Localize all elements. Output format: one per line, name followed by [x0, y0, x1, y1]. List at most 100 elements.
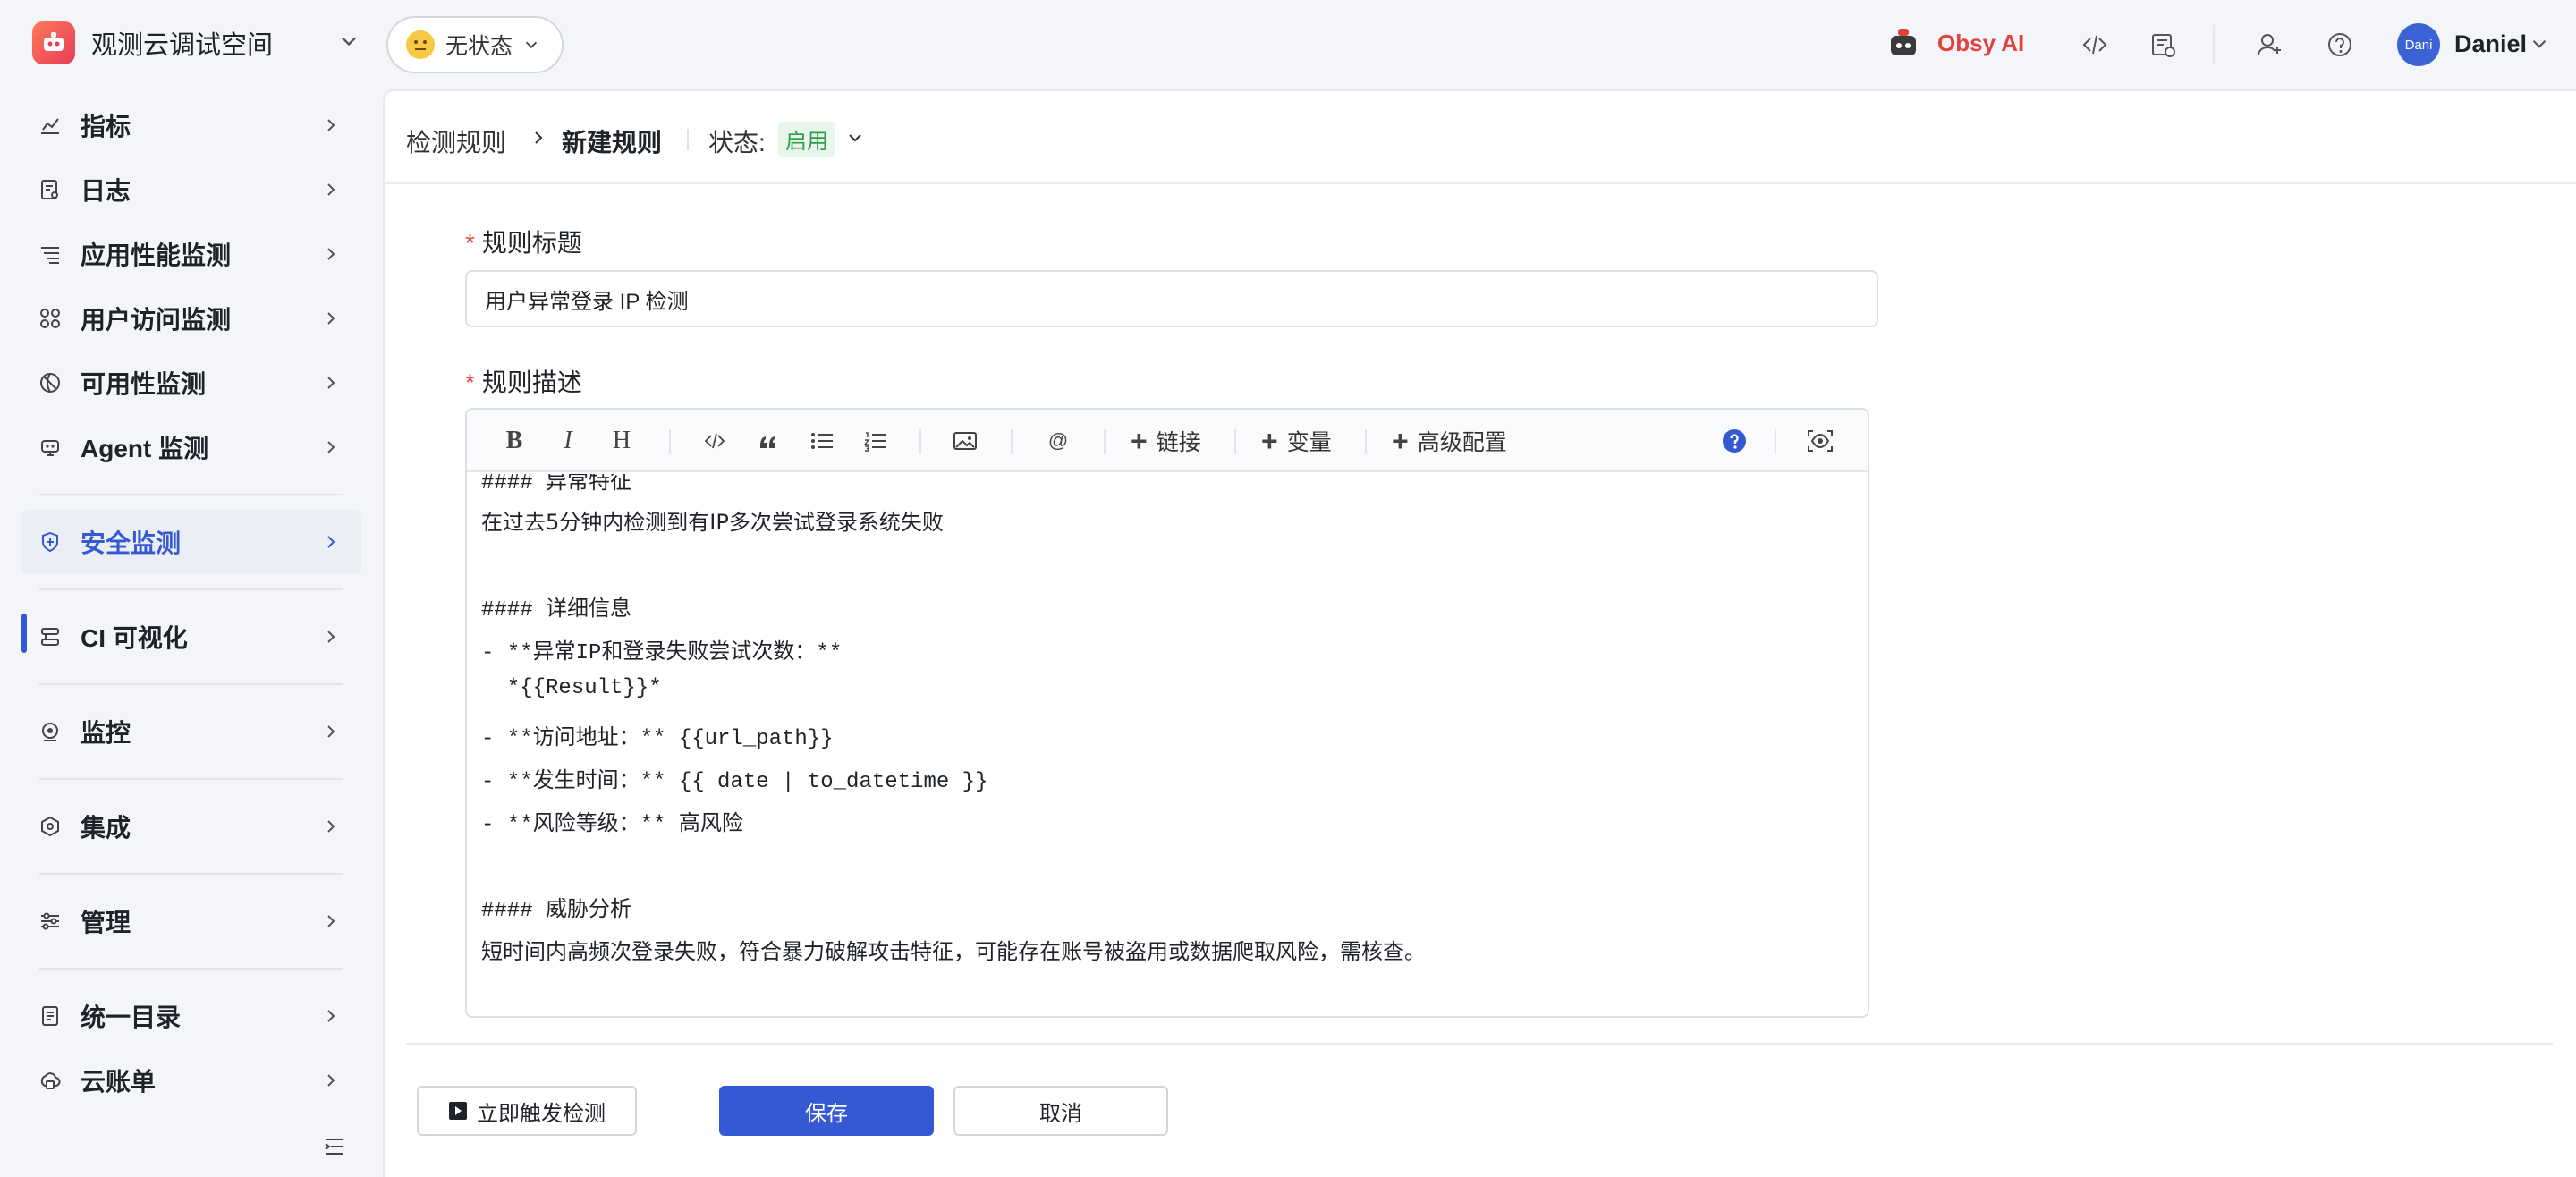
divider — [1775, 429, 1776, 454]
chevron-right-icon — [327, 1010, 335, 1022]
workspace-switcher[interactable]: 观测云调试空间 — [32, 21, 273, 64]
italic-button[interactable]: I — [553, 426, 583, 456]
sidebar: 指标 日志 应用性能监测 用户访问监测 可用性监测 Agent 监测 安全监测 … — [0, 89, 383, 1177]
sidebar-item-ci[interactable]: CI 可视化 — [21, 605, 361, 669]
rule-title-input[interactable]: 用户异常登录 IP 检测 — [465, 270, 1878, 327]
help-icon[interactable] — [2322, 27, 2358, 63]
page-header: 检测规则 新建规则 状态: 启用 — [385, 91, 2576, 184]
workspace-name: 观测云调试空间 — [91, 31, 274, 60]
page-title: 新建规则 — [562, 129, 663, 157]
divider — [39, 683, 343, 685]
link-button[interactable]: + 链接 — [1131, 426, 1201, 456]
editor-toolbar: B I H @ + 链接 + 变量 + 高级配置 — [467, 410, 1868, 472]
ci-icon — [38, 624, 63, 649]
sidebar-item-metrics[interactable]: 指标 — [21, 93, 361, 157]
editor-line: #### 威胁分析 — [481, 899, 632, 923]
add-user-icon[interactable] — [2252, 27, 2288, 63]
divider — [406, 1043, 2553, 1045]
quote-icon[interactable] — [753, 426, 784, 456]
monitor-icon — [38, 719, 63, 744]
advanced-config-button[interactable]: + 高级配置 — [1392, 426, 1507, 456]
status-badge[interactable]: 启用 — [778, 122, 835, 157]
sidebar-item-label: 云账单 — [80, 1068, 157, 1096]
chevron-right-icon — [327, 631, 335, 643]
save-button[interactable]: 保存 — [719, 1086, 934, 1136]
plus-icon: + — [1131, 425, 1148, 457]
divider — [1234, 429, 1236, 454]
sidebar-item-billing[interactable]: 云账单 — [21, 1048, 361, 1113]
workspace-logo-icon — [32, 21, 75, 64]
integration-icon — [38, 814, 63, 839]
divider — [39, 968, 343, 970]
chevron-right-icon — [327, 312, 335, 325]
numbered-list-icon[interactable] — [860, 426, 891, 456]
breadcrumb-parent[interactable]: 检测规则 — [406, 123, 506, 159]
divider — [39, 873, 343, 875]
editor-content[interactable]: #### 异常特征 在过去5分钟内检测到有IP多次尝试登录系统失败 #### 详… — [467, 474, 1868, 1016]
code-icon[interactable] — [2077, 27, 2113, 63]
divider — [1365, 429, 1367, 454]
main-panel: 检测规则 新建规则 状态: 启用 * 规则标题 用户异常登录 IP 检测 * 规则描… — [383, 89, 2576, 1177]
mention-button[interactable]: @ — [1043, 426, 1073, 456]
sidebar-item-label: 应用性能监测 — [80, 241, 232, 269]
obsy-ai-label: Obsy AI — [1937, 29, 2025, 56]
editor-line: 在过去5分钟内检测到有IP多次尝试登录系统失败 — [481, 510, 944, 535]
editor-line: - **异常IP和登录失败尝试次数：** — [481, 641, 843, 665]
sidebar-item-label: 集成 — [80, 814, 131, 842]
trigger-detection-button[interactable]: 立即触发检测 — [417, 1086, 637, 1136]
task-list-icon[interactable] — [2145, 27, 2181, 63]
heading-button[interactable]: H — [606, 426, 637, 456]
sidebar-item-agent[interactable]: Agent 监测 — [21, 415, 361, 479]
variable-button[interactable]: + 变量 — [1261, 426, 1332, 456]
sidebar-item-label: 用户访问监测 — [80, 306, 232, 334]
chevron-right-icon — [327, 248, 335, 260]
image-icon[interactable] — [950, 426, 980, 456]
sidebar-item-monitor[interactable]: 监控 — [21, 699, 361, 764]
neutral-face-icon — [406, 30, 435, 59]
sidebar-item-management[interactable]: 管理 — [21, 889, 361, 953]
markdown-editor[interactable]: B I H @ + 链接 + 变量 + 高级配置 #### 异常特征 在过去5分钟内检… — [465, 408, 1869, 1018]
settings-sliders-icon — [38, 909, 63, 934]
user-name[interactable]: Daniel — [2454, 30, 2527, 58]
editor-line: #### 详细信息 — [481, 598, 632, 622]
divider — [39, 778, 343, 780]
preview-icon[interactable] — [1805, 426, 1835, 456]
chevron-right-icon — [327, 377, 335, 389]
divider — [687, 129, 689, 150]
editor-line: - **风险等级：** 高风险 — [481, 813, 743, 837]
help-icon[interactable] — [1719, 426, 1750, 456]
chevron-right-icon — [327, 441, 335, 453]
status-selector[interactable]: 无状态 — [386, 16, 564, 73]
sidebar-item-rum[interactable]: 用户访问监测 — [21, 286, 361, 351]
chevron-right-icon — [327, 183, 335, 196]
sidebar-item-apm[interactable]: 应用性能监测 — [21, 222, 361, 286]
chevron-right-icon — [327, 725, 335, 738]
editor-line: - **访问地址：** {{url_path}} — [481, 727, 834, 751]
divider — [39, 588, 343, 590]
avatar[interactable]: Dani — [2397, 23, 2440, 66]
sidebar-item-dialtest[interactable]: 可用性监测 — [21, 351, 361, 415]
sidebar-item-logs[interactable]: 日志 — [21, 157, 361, 222]
chevron-down-icon[interactable] — [844, 127, 866, 148]
cancel-button[interactable]: 取消 — [953, 1086, 1168, 1136]
divider — [1104, 429, 1106, 454]
chevron-right-icon — [327, 1074, 335, 1087]
chevron-right-icon — [327, 915, 335, 927]
sidebar-item-integration[interactable]: 集成 — [21, 794, 361, 859]
bold-button[interactable]: B — [499, 426, 530, 456]
sidebar-item-catalog[interactable]: 统一目录 — [21, 984, 361, 1048]
collapse-sidebar-icon[interactable] — [322, 1134, 347, 1159]
chevron-down-icon — [525, 41, 538, 49]
divider — [669, 429, 671, 454]
sidebar-item-security[interactable]: 安全监测 — [21, 510, 361, 574]
code-icon[interactable] — [699, 426, 730, 456]
log-icon — [38, 177, 63, 202]
divider — [919, 429, 921, 454]
plus-icon: + — [1392, 425, 1409, 457]
chevron-down-icon[interactable] — [336, 29, 361, 54]
chevron-down-icon[interactable] — [2528, 32, 2551, 55]
play-icon — [449, 1102, 467, 1120]
obsy-ai-button[interactable]: Obsy AI — [1885, 25, 2024, 61]
agent-icon — [38, 435, 63, 460]
bullet-list-icon[interactable] — [807, 426, 837, 456]
